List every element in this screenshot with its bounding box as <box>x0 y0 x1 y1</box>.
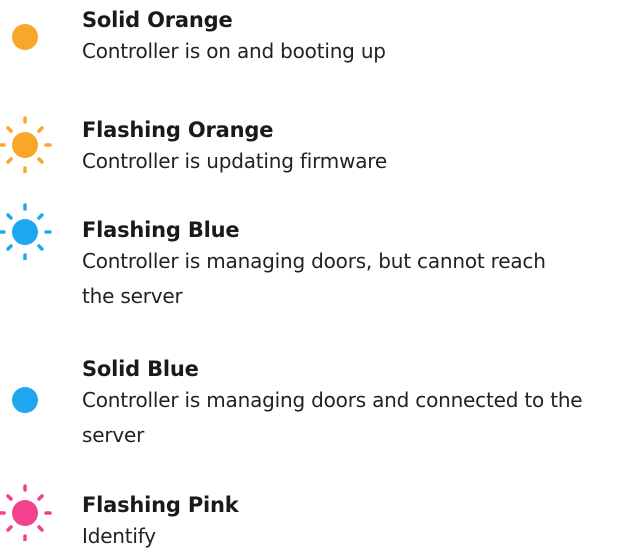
state-description: Controller is managing doors and connect… <box>82 388 583 447</box>
solid-blue-led-icon <box>0 368 60 428</box>
flashing-pink-led-icon <box>0 481 60 541</box>
state-title: Solid Orange <box>82 8 233 32</box>
solid-orange-led-icon <box>0 5 60 65</box>
state-description: Controller is on and booting up <box>82 39 386 63</box>
flashing-blue-led-icon <box>0 200 60 260</box>
flashing-orange-led-icon <box>0 113 60 173</box>
state-title: Flashing Pink <box>82 493 239 517</box>
state-description: Controller is managing doors, but cannot… <box>82 249 546 308</box>
state-title: Flashing Orange <box>82 118 274 142</box>
state-title: Solid Blue <box>82 357 199 381</box>
state-title: Flashing Blue <box>82 218 240 242</box>
state-description: Identify <box>82 524 156 548</box>
state-description: Controller is updating firmware <box>82 149 387 173</box>
